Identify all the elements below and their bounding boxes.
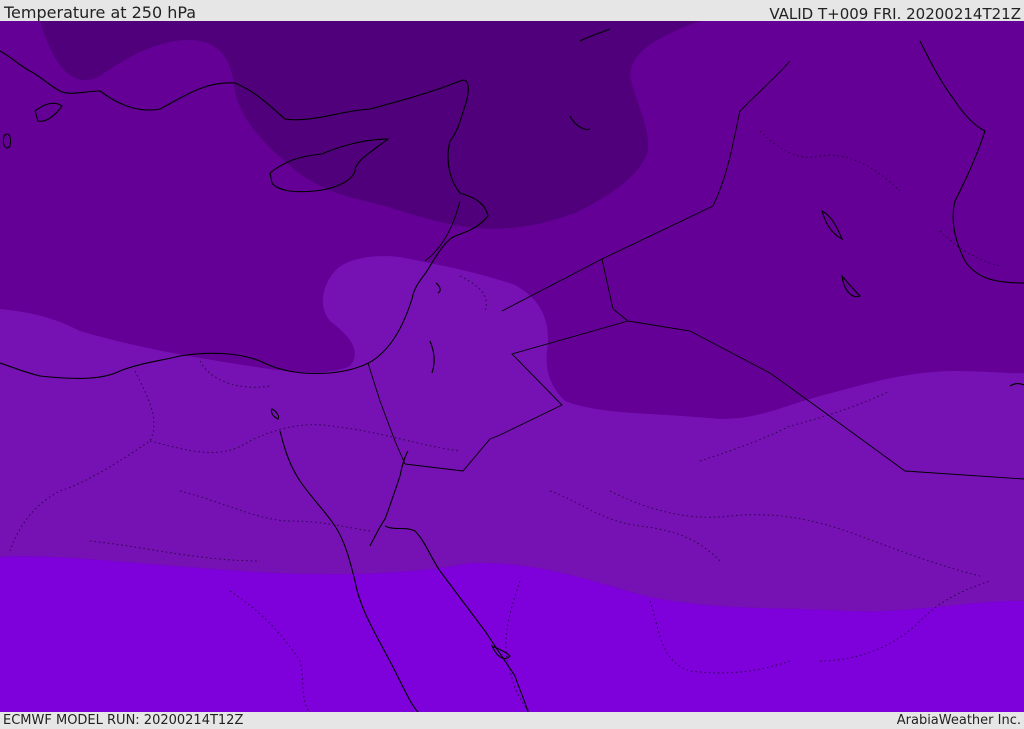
brand-label: ArabiaWeather Inc. — [896, 713, 1021, 728]
map-footer-bar: ECMWF MODEL RUN: 20200214T12Z ArabiaWeat… — [0, 712, 1024, 729]
model-run-label: ECMWF MODEL RUN: 20200214T12Z — [3, 713, 244, 728]
weather-map-frame: Temperature at 250 hPa VALID T+009 FRI. … — [0, 0, 1024, 729]
map-header-bar: Temperature at 250 hPa VALID T+009 FRI. … — [0, 0, 1024, 23]
temperature-map — [0, 21, 1024, 712]
map-title: Temperature at 250 hPa — [4, 3, 197, 22]
